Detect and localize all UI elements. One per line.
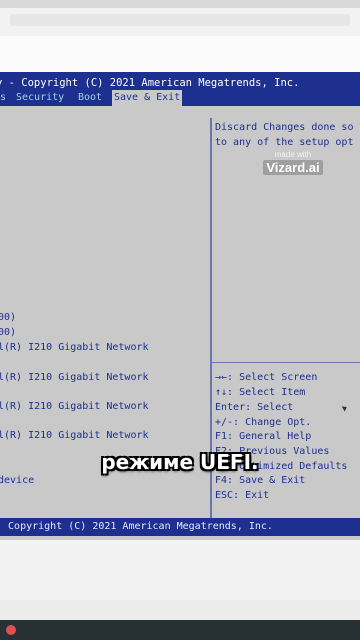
bios-menu-bar: s Security Boot Save & Exit (0, 90, 360, 106)
boot-option-line[interactable]: l(R) I210 Gigabit Network (0, 430, 149, 441)
help-description-line: Discard Changes done so (215, 122, 354, 133)
bios-footer-text: . Copyright (C) 2021 American Megatrends… (0, 521, 273, 532)
boot-option-line[interactable]: device (0, 475, 34, 486)
video-bottom-margin (0, 540, 360, 600)
key-help-enter: Enter: Select (215, 402, 294, 413)
bios-help-divider (212, 362, 360, 363)
boot-option-line[interactable]: l(R) I210 Gigabit Network (0, 342, 149, 353)
key-help-select-item: ↑↓: Select Item (215, 387, 306, 398)
watermark-logo: Vizard.ai (263, 160, 323, 175)
key-help-general-help: F1: General Help (215, 431, 312, 442)
video-top-margin (0, 36, 360, 72)
menu-item-boot[interactable]: Boot (76, 90, 104, 106)
bios-title-bar: y - Copyright (C) 2021 American Megatren… (0, 72, 360, 90)
boot-option-line[interactable]: 00) (0, 327, 16, 338)
address-bar-placeholder (10, 14, 350, 26)
key-help-change-opt: +/-: Change Opt. (215, 417, 312, 428)
boot-option-line[interactable]: 00) (0, 312, 16, 323)
bios-footer: . Copyright (C) 2021 American Megatrends… (0, 518, 360, 536)
mouse-cursor-icon (341, 404, 349, 412)
key-help-save-exit: F4: Save & Exit (215, 475, 306, 486)
watermark-small-text: made with (274, 150, 312, 159)
key-help-exit: ESC: Exit (215, 490, 270, 501)
key-help-select-screen: →←: Select Screen (215, 372, 318, 383)
watermark: made with Vizard.ai (260, 150, 326, 177)
menu-item-s[interactable]: s (0, 90, 8, 106)
browser-top-chrome (0, 0, 360, 36)
boot-option-line[interactable]: l(R) I210 Gigabit Network (0, 372, 149, 383)
menu-item-security[interactable]: Security (14, 90, 66, 106)
help-description-line: to any of the setup opt (215, 137, 354, 148)
video-caption: режиме UEFI. (101, 450, 259, 474)
record-icon[interactable] (6, 625, 16, 635)
menu-item-save-exit[interactable]: Save & Exit (112, 90, 183, 106)
top-strip (0, 0, 360, 8)
boot-option-line[interactable]: l(R) I210 Gigabit Network (0, 401, 149, 412)
taskbar (0, 620, 360, 640)
